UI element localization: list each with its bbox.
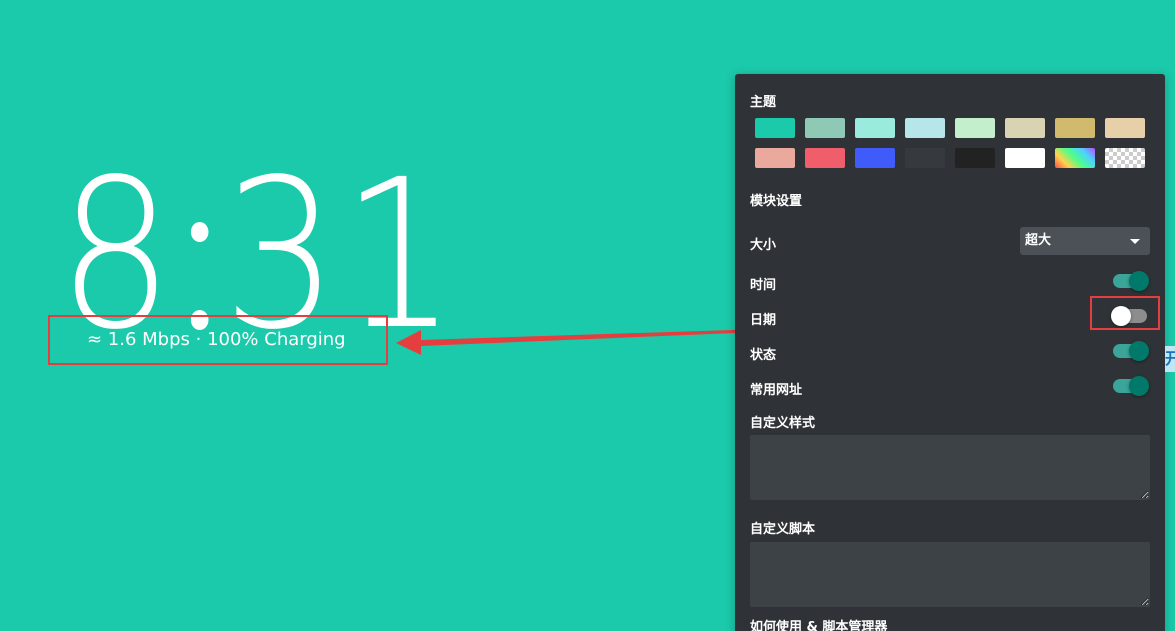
status-line: ≈ 1.6 Mbps · 100% Charging xyxy=(87,329,346,350)
theme-label: 主题 xyxy=(750,95,777,110)
theme-swatch-5[interactable] xyxy=(955,118,995,138)
theme-swatch-1[interactable] xyxy=(755,118,795,138)
custom-style-label: 自定义样式 xyxy=(750,416,816,431)
common-urls-toggle-label: 常用网址 xyxy=(750,383,803,398)
theme-swatch-14[interactable] xyxy=(1005,148,1045,168)
theme-swatch-8[interactable] xyxy=(1105,118,1145,138)
status-toggle[interactable] xyxy=(1113,341,1149,361)
toggle-knob xyxy=(1129,271,1149,291)
theme-swatch-grid xyxy=(755,118,1155,168)
toggle-knob xyxy=(1129,376,1149,396)
caret-down-icon xyxy=(1130,239,1140,244)
theme-swatch-3[interactable] xyxy=(855,118,895,138)
time-toggle-label: 时间 xyxy=(750,278,777,293)
custom-script-label: 自定义脚本 xyxy=(750,522,816,537)
size-select[interactable]: 超大 xyxy=(1020,227,1150,255)
theme-swatch-9[interactable] xyxy=(755,148,795,168)
toggle-knob xyxy=(1129,341,1149,361)
help-link[interactable]: 如何使用 & 脚本管理器 xyxy=(750,616,887,631)
theme-swatch-11[interactable] xyxy=(855,148,895,168)
custom-style-textarea[interactable] xyxy=(750,435,1150,500)
custom-script-textarea[interactable] xyxy=(750,542,1150,607)
toggle-knob xyxy=(1111,306,1131,326)
theme-swatch-7[interactable] xyxy=(1055,118,1095,138)
theme-swatch-13[interactable] xyxy=(955,148,995,168)
time-toggle[interactable] xyxy=(1113,271,1149,291)
status-toggle-label: 状态 xyxy=(750,348,777,363)
theme-swatch-15[interactable] xyxy=(1055,148,1095,168)
date-toggle-label: 日期 xyxy=(750,313,777,328)
theme-swatch-12[interactable] xyxy=(905,148,945,168)
size-select-value: 超大 xyxy=(1025,233,1052,248)
theme-swatch-2[interactable] xyxy=(805,118,845,138)
module-settings-label: 模块设置 xyxy=(750,194,803,209)
date-toggle[interactable] xyxy=(1111,306,1149,326)
theme-swatch-4[interactable] xyxy=(905,118,945,138)
edge-tab[interactable]: 开 xyxy=(1165,346,1175,372)
theme-swatch-6[interactable] xyxy=(1005,118,1045,138)
theme-swatch-10[interactable] xyxy=(805,148,845,168)
size-label: 大小 xyxy=(750,238,777,253)
theme-swatch-16[interactable] xyxy=(1105,148,1145,168)
settings-panel: 主题 模块设置 大小 超大 时间 日期 状态 常用网址 自定义样式 自定义脚本 … xyxy=(735,74,1165,631)
common-urls-toggle[interactable] xyxy=(1113,376,1149,396)
